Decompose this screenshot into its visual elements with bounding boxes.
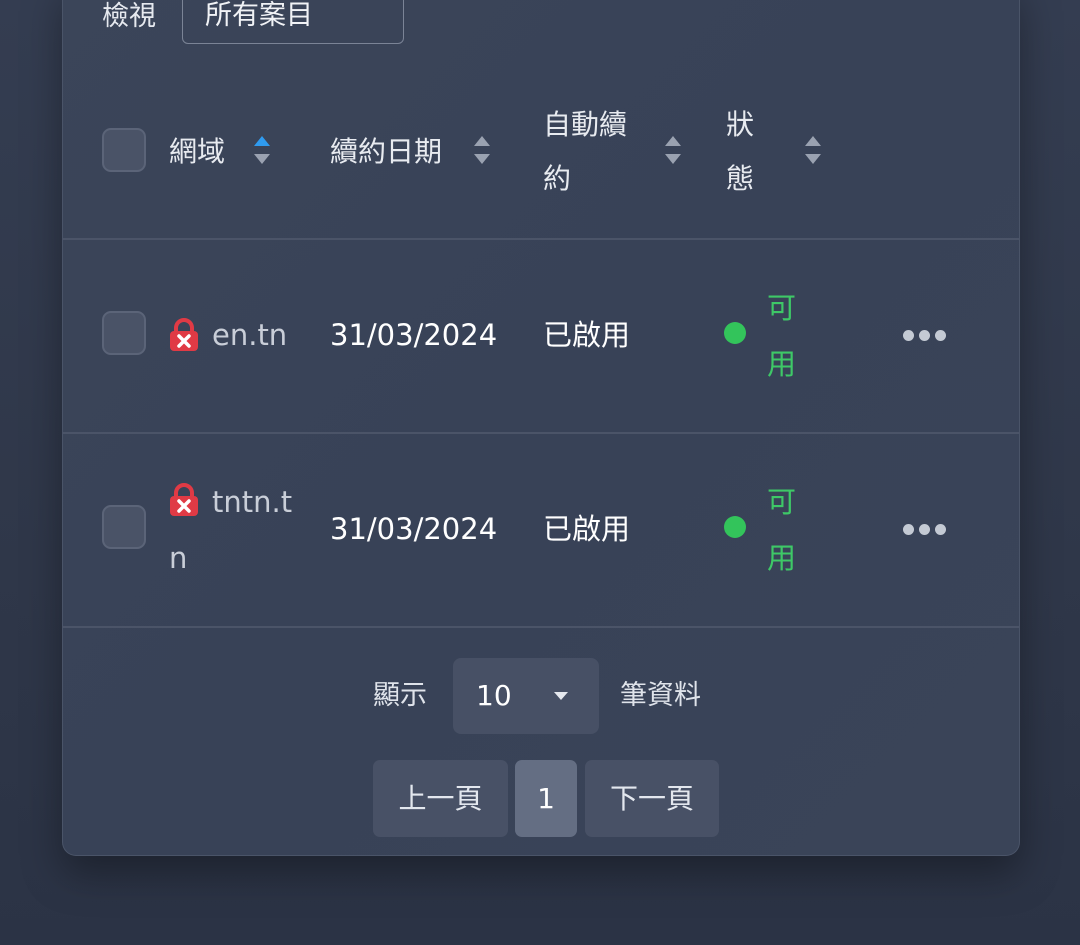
page-size-select[interactable]: 10 <box>453 658 599 734</box>
page-1-button[interactable]: 1 <box>515 760 577 837</box>
chevron-down-icon <box>554 692 568 700</box>
filter-select-value: 所有案目 <box>205 0 313 31</box>
filter-label: 檢視 <box>102 1 156 32</box>
next-page-button[interactable]: 下一頁 <box>585 760 719 837</box>
page: 檢視 所有案目 網域 續約日期 自動續約 狀態 en.tn 31/03/2024… <box>0 0 1080 945</box>
filter-select[interactable]: 所有案目 <box>182 0 404 44</box>
more-actions-icon[interactable] <box>903 328 947 342</box>
select-all-checkbox[interactable] <box>102 128 146 172</box>
column-header-status[interactable]: 狀態 <box>726 98 758 206</box>
sort-icon-status[interactable] <box>805 136 821 166</box>
sort-icon-domain[interactable] <box>254 136 270 166</box>
status-dot <box>724 322 746 344</box>
row-auto-renew: 已啟用 <box>543 512 631 546</box>
prev-page-button[interactable]: 上一頁 <box>373 760 508 837</box>
row-domain[interactable]: en.tn <box>212 307 287 363</box>
lock-error-icon <box>170 318 198 351</box>
row-status: 可用 <box>767 291 797 381</box>
row-divider <box>62 432 1020 434</box>
row-renew-date: 31/03/2024 <box>330 512 498 546</box>
records-label: 筆資料 <box>620 680 701 711</box>
row-renew-date: 31/03/2024 <box>330 318 498 352</box>
status-dot <box>724 516 746 538</box>
row-checkbox[interactable] <box>102 505 146 549</box>
row-checkbox[interactable] <box>102 311 146 355</box>
row-status: 可用 <box>767 485 797 575</box>
column-header-renew-date[interactable]: 續約日期 <box>330 125 442 179</box>
table-bottom-divider <box>62 626 1020 628</box>
header-divider <box>62 238 1020 240</box>
column-header-domain[interactable]: 網域 <box>169 125 225 179</box>
page-size-value: 10 <box>476 679 512 712</box>
column-header-auto-renew[interactable]: 自動續約 <box>543 98 638 206</box>
sort-icon-renew-date[interactable] <box>474 136 490 166</box>
more-actions-icon[interactable] <box>903 522 947 536</box>
row-auto-renew: 已啟用 <box>543 318 631 352</box>
show-label: 顯示 <box>373 680 427 711</box>
sort-icon-auto-renew[interactable] <box>665 136 681 166</box>
row-domain[interactable]: tntn.tn <box>169 474 294 586</box>
